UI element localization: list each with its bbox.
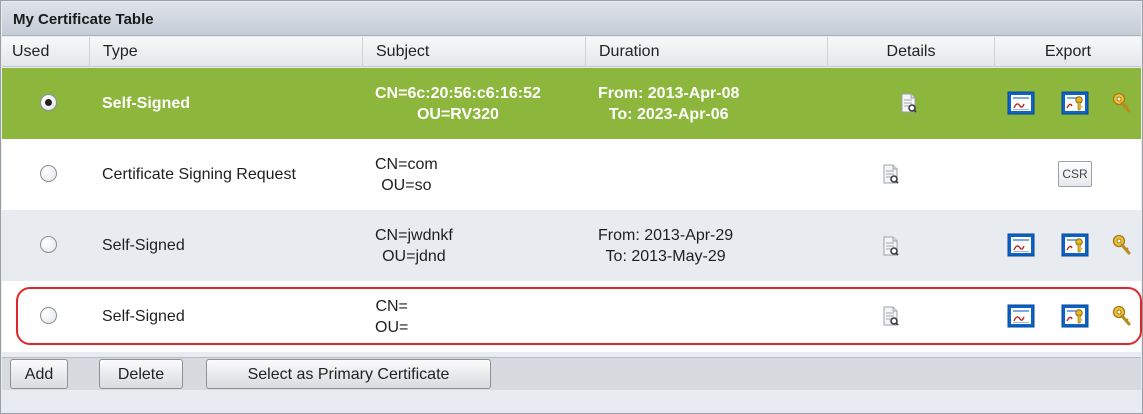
- row-duration-to: To: 2013-May-29: [605, 247, 726, 265]
- column-header-used: Used: [12, 43, 50, 60]
- row-subject-cn: CN=6c:20:56:c6:16:52: [375, 84, 541, 102]
- export-csr-button[interactable]: CSR: [1058, 161, 1092, 187]
- export-certificate-key-icon[interactable]: [1061, 233, 1089, 257]
- row-duration-from: From: 2013-Apr-29: [598, 226, 734, 244]
- row-subject-ou: OU=so: [381, 176, 432, 194]
- table-row[interactable]: Self-Signed CN=jwdnkf OU=jdnd From: 2013…: [2, 210, 1141, 281]
- export-certificate-icon[interactable]: [1007, 91, 1035, 115]
- row-subject-cn: CN=com: [375, 155, 438, 173]
- row-subject-ou: OU=RV320: [416, 105, 499, 123]
- certificate-details-icon[interactable]: [901, 93, 917, 113]
- row-duration-to: To: 2023-Apr-06: [608, 105, 729, 123]
- table-row[interactable]: Self-Signed CN= OU=: [2, 281, 1141, 352]
- add-button[interactable]: Add: [10, 359, 68, 389]
- row-subject-cn: CN=: [375, 297, 408, 315]
- column-header-type: Type: [89, 37, 362, 67]
- certificate-details-icon[interactable]: [883, 164, 899, 184]
- table-row[interactable]: Certificate Signing Request CN=com OU=so…: [2, 139, 1141, 210]
- row-duration-from: From: 2013-Apr-08: [598, 84, 740, 102]
- export-private-key-icon[interactable]: [1111, 92, 1131, 114]
- table-button-bar: Add Delete Select as Primary Certificate: [2, 357, 1141, 390]
- column-header-details: Details: [827, 37, 994, 67]
- row-subject-ou: OU=: [375, 318, 409, 336]
- row-subject-ou: OU=jdnd: [382, 247, 446, 265]
- certificate-table-panel: My Certificate Table Used Type Subject D…: [0, 0, 1143, 414]
- table-row[interactable]: Self-Signed CN=6c:20:56:c6:16:52 OU=RV32…: [2, 68, 1141, 139]
- export-certificate-icon[interactable]: [1007, 233, 1035, 257]
- row-type: Self-Signed: [102, 94, 191, 112]
- column-header-duration: Duration: [585, 37, 827, 67]
- row-select-radio[interactable]: [40, 94, 57, 111]
- row-type: Self-Signed: [102, 236, 185, 254]
- export-certificate-key-icon[interactable]: [1061, 304, 1089, 328]
- table-title: My Certificate Table: [2, 2, 1141, 36]
- export-certificate-icon[interactable]: [1007, 304, 1035, 328]
- certificate-details-icon[interactable]: [883, 236, 899, 256]
- column-header-export: Export: [994, 37, 1141, 67]
- row-select-radio[interactable]: [40, 165, 57, 182]
- export-private-key-icon[interactable]: [1111, 305, 1131, 327]
- row-subject-cn: CN=jwdnkf: [375, 226, 453, 244]
- delete-button[interactable]: Delete: [99, 359, 183, 389]
- column-header-subject: Subject: [362, 37, 585, 67]
- row-type: Self-Signed: [102, 307, 185, 325]
- table-header: Used Type Subject Duration Details Expor…: [2, 37, 1141, 67]
- row-type: Certificate Signing Request: [102, 165, 296, 183]
- row-select-radio[interactable]: [40, 307, 57, 324]
- row-select-radio[interactable]: [40, 236, 57, 253]
- export-certificate-key-icon[interactable]: [1061, 91, 1089, 115]
- certificate-details-icon[interactable]: [883, 306, 899, 326]
- export-private-key-icon[interactable]: [1111, 234, 1131, 256]
- select-primary-certificate-button[interactable]: Select as Primary Certificate: [206, 359, 491, 389]
